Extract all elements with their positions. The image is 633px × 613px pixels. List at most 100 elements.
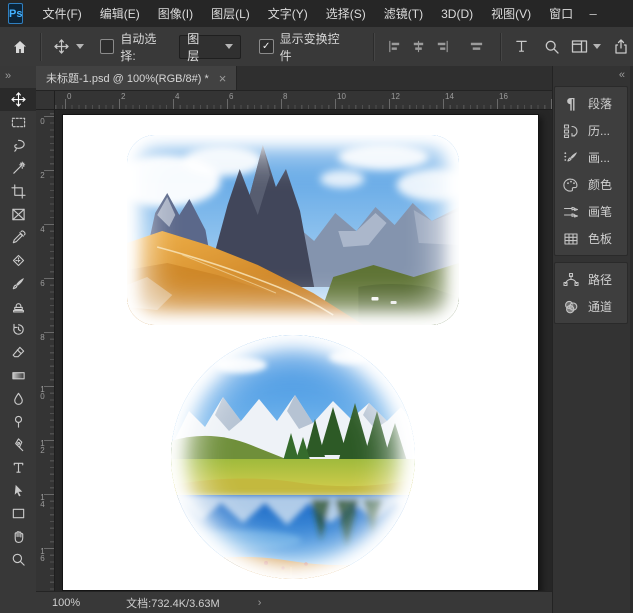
photoshop-logo: Ps <box>8 3 23 24</box>
panel-button-paths[interactable]: 路径 <box>555 266 627 293</box>
selection-arrow-icon <box>11 483 26 498</box>
panel-label: 画... <box>588 149 610 166</box>
status-bar: 100% 文档:732.4K/3.63M › <box>36 591 552 613</box>
align-top-icon[interactable] <box>510 34 534 60</box>
crop-icon <box>11 184 26 199</box>
panel-button-history[interactable]: 历... <box>555 117 627 144</box>
panel-button-swatches[interactable]: 色板 <box>555 225 627 252</box>
zoom-icon <box>11 552 26 567</box>
history-brush-icon <box>11 322 26 337</box>
minimize-icon[interactable]: – <box>582 6 604 21</box>
tool-eyedropper[interactable] <box>0 226 36 249</box>
panel-label: 段落 <box>588 95 612 112</box>
document-tab-title: 未标题-1.psd @ 100%(RGB/8#) * <box>46 70 209 86</box>
dodge-icon <box>11 414 26 429</box>
menu-filter[interactable]: 滤镜(T) <box>375 1 432 27</box>
tool-pen[interactable] <box>0 433 36 456</box>
tool-lasso[interactable] <box>0 134 36 157</box>
menu-select[interactable]: 选择(S) <box>317 1 375 27</box>
align-horizontal-centers-icon[interactable] <box>407 34 431 60</box>
type-icon <box>11 460 26 475</box>
menu-view[interactable]: 视图(V) <box>482 1 540 27</box>
blur-drop-icon <box>11 391 26 406</box>
circular-lake-photo[interactable] <box>171 335 415 579</box>
panel-button-brushes[interactable]: 画笔 <box>555 198 627 225</box>
tool-crop[interactable] <box>0 180 36 203</box>
healing-brush-icon <box>11 253 26 268</box>
brushes-icon <box>563 204 579 220</box>
menu-3d[interactable]: 3D(D) <box>432 1 482 27</box>
tool-history-brush[interactable] <box>0 318 36 341</box>
dock-collapse-icon[interactable]: « <box>553 66 633 86</box>
lasso-icon <box>11 138 26 153</box>
marquee-icon <box>11 115 26 130</box>
panel-label: 路径 <box>588 271 612 288</box>
tool-blur[interactable] <box>0 387 36 410</box>
chevron-down-icon[interactable] <box>593 44 601 49</box>
swatches-icon <box>563 231 579 247</box>
show-transform-checkbox[interactable]: ✓ <box>259 39 274 54</box>
distribute-centers-icon[interactable] <box>464 34 488 60</box>
share-icon[interactable] <box>609 34 633 60</box>
home-icon[interactable] <box>8 34 32 60</box>
panel-button-channels[interactable]: 通道 <box>555 293 627 320</box>
chevron-down-icon <box>225 44 233 49</box>
tool-zoom[interactable] <box>0 548 36 571</box>
panel-button-paragraph[interactable]: ¶ 段落 <box>555 90 627 117</box>
panel-group-2: 路径 通道 <box>554 262 628 324</box>
tool-clone-stamp[interactable] <box>0 295 36 318</box>
panel-group-1: ¶ 段落 历... 画... 颜色 画笔 色板 <box>554 86 628 256</box>
chevron-down-icon[interactable] <box>76 44 84 49</box>
move-tool-icon[interactable] <box>50 34 74 60</box>
menu-file[interactable]: 文件(F) <box>33 1 90 27</box>
tool-magic-wand[interactable] <box>0 157 36 180</box>
tool-hand[interactable] <box>0 525 36 548</box>
panel-dock: « ¶ 段落 历... 画... 颜色 画笔 <box>552 66 633 613</box>
search-icon[interactable] <box>540 34 564 60</box>
brush-settings-icon <box>563 150 579 166</box>
document-area: 未标题-1.psd @ 100%(RGB/8#) * × 0 2 4 6 8 1… <box>36 66 552 613</box>
tab-close-icon[interactable]: × <box>219 72 227 85</box>
feathered-mountain-photo[interactable] <box>127 135 459 325</box>
options-bar: 自动选择: 图层 ✓ 显示变换控件 <box>0 27 633 67</box>
tool-frame[interactable] <box>0 203 36 226</box>
auto-select-target-dropdown[interactable]: 图层 <box>179 35 241 59</box>
menu-image[interactable]: 图像(I) <box>149 1 202 27</box>
tools-overflow-icon[interactable]: » <box>0 66 36 88</box>
menu-type[interactable]: 文字(Y) <box>259 1 317 27</box>
tool-spot-healing-brush[interactable] <box>0 249 36 272</box>
tool-path-selection[interactable] <box>0 479 36 502</box>
vertical-ruler: 0 2 4 6 8 10 12 14 16 <box>36 109 55 591</box>
document-canvas[interactable] <box>62 114 539 591</box>
panel-label: 历... <box>588 122 610 139</box>
menu-edit[interactable]: 编辑(E) <box>91 1 149 27</box>
status-chevron-icon[interactable]: › <box>258 597 262 609</box>
menu-window[interactable]: 窗口 <box>540 1 582 27</box>
tool-rectangular-marquee[interactable] <box>0 111 36 134</box>
clone-stamp-icon <box>11 299 26 314</box>
tool-type[interactable] <box>0 456 36 479</box>
eraser-icon <box>11 345 26 360</box>
document-tab[interactable]: 未标题-1.psd @ 100%(RGB/8#) * × <box>36 66 237 90</box>
tool-dodge[interactable] <box>0 410 36 433</box>
align-left-edges-icon[interactable] <box>383 34 407 60</box>
tool-eraser[interactable] <box>0 341 36 364</box>
panel-button-brush-settings[interactable]: 画... <box>555 144 627 171</box>
tool-rectangle-shape[interactable] <box>0 502 36 525</box>
window-controls: – × <box>582 6 633 21</box>
color-icon <box>563 177 579 193</box>
tool-brush[interactable] <box>0 272 36 295</box>
auto-select-target-value: 图层 <box>187 30 211 64</box>
align-right-edges-icon[interactable] <box>430 34 454 60</box>
workspace-icon[interactable] <box>568 34 592 60</box>
canvas-viewport: 0 2 4 6 8 10 12 14 16 0 2 4 6 8 10 12 14… <box>36 91 552 591</box>
ruler-corner <box>36 91 55 110</box>
auto-select-checkbox[interactable] <box>100 39 115 54</box>
panel-label: 通道 <box>588 298 612 315</box>
tool-move[interactable] <box>0 88 36 111</box>
zoom-level[interactable]: 100% <box>52 597 80 609</box>
titlebar: Ps 文件(F) 编辑(E) 图像(I) 图层(L) 文字(Y) 选择(S) 滤… <box>0 0 633 28</box>
tool-gradient[interactable] <box>0 364 36 387</box>
panel-button-color[interactable]: 颜色 <box>555 171 627 198</box>
menu-layer[interactable]: 图层(L) <box>202 1 259 27</box>
